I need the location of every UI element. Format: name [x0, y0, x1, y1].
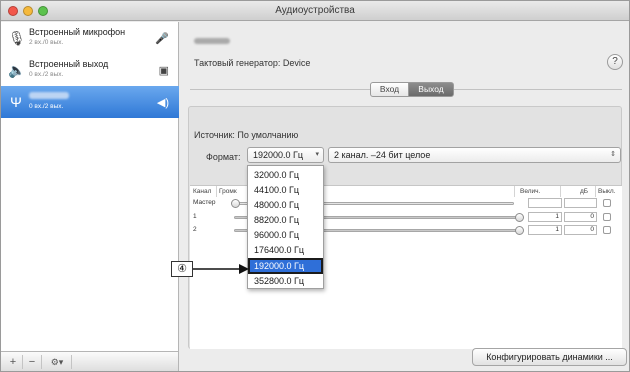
toolbar-divider [71, 355, 72, 369]
device-name: Встроенный выход [29, 59, 109, 69]
device-list: 🎙 Встроенный микрофон 2 вх./0 вых. 🎤 🔈 В… [1, 22, 179, 351]
format-label: Формат: [206, 152, 241, 162]
toolbar-divider [41, 355, 42, 369]
toolbar-divider [22, 355, 23, 369]
device-io: 0 вх./2 вых. [29, 71, 64, 78]
menu-item-192000[interactable]: 192000.0 Гц [248, 258, 323, 274]
audio-devices-window: Аудиоустройства 🎙 Встроенный микрофон 2 … [0, 0, 630, 372]
menu-item-96000[interactable]: 96000.0 Гц [249, 228, 322, 242]
device-item-builtin-output[interactable]: 🔈 Встроенный выход 0 вх./2 вых. ▣ [1, 54, 179, 86]
clock-source-label: Тактовый генератор: Device [194, 58, 311, 68]
tab-input[interactable]: Вход [370, 82, 409, 97]
popup-arrows-icon: ⇕ [610, 151, 616, 158]
col-header-channel: Канал [193, 188, 212, 195]
channel-1-db-field[interactable]: 0 [564, 212, 597, 222]
gear-menu-button[interactable]: ⚙▾ [45, 355, 69, 369]
configure-speakers-button[interactable]: Конфигурировать динамики ... [472, 348, 627, 366]
speaker-icon: 🔈 [8, 62, 26, 78]
help-button[interactable]: ? [607, 54, 623, 70]
callout-arrow-icon [193, 264, 249, 274]
device-item-builtin-microphone[interactable]: 🎙 Встроенный микрофон 2 вх./0 вых. 🎤 [1, 22, 179, 54]
display-badge-icon: ▣ [158, 65, 169, 77]
popup-arrows-icon: ▾ [315, 151, 319, 158]
channel-1-mute-checkbox[interactable] [603, 213, 611, 221]
channel-2-mute-checkbox[interactable] [603, 226, 611, 234]
col-header-db: дБ [580, 188, 589, 195]
master-mute-checkbox[interactable] [603, 199, 611, 207]
sample-rate-popup[interactable]: 192000.0 Гц ▾ [247, 147, 324, 163]
source-label: Источник: По умолчанию [194, 130, 299, 140]
channel-1-volume-thumb[interactable] [515, 213, 524, 222]
channel-2-volume-thumb[interactable] [515, 226, 524, 235]
col-divider [514, 186, 515, 197]
menu-item-352800[interactable]: 352800.0 Гц [249, 274, 322, 288]
sample-rate-menu: 32000.0 Гц 44100.0 Гц 48000.0 Гц 88200.0… [247, 165, 324, 289]
channel-1-value-field[interactable]: 1 [528, 212, 562, 222]
device-name: Встроенный микрофон [29, 27, 126, 37]
device-name-redacted [29, 91, 69, 101]
master-value-field[interactable] [528, 198, 562, 208]
channel-2-db-field[interactable]: 0 [564, 225, 597, 235]
menu-item-88200[interactable]: 88200.0 Гц [249, 213, 322, 227]
col-header-volume: Громк [219, 188, 237, 195]
row-1-name: 1 [193, 213, 197, 220]
col-divider [595, 186, 596, 197]
master-db-field[interactable] [564, 198, 597, 208]
menu-item-32000[interactable]: 32000.0 Гц [249, 168, 322, 182]
col-header-mute: Выкл. [598, 188, 616, 195]
window-title: Аудиоустройства [275, 5, 355, 16]
device-io: 0 вх./2 вых. [29, 103, 64, 110]
col-header-value: Велич. [520, 188, 541, 195]
row-master-name: Мастер [193, 199, 216, 206]
mic-badge-icon: 🎤 [155, 33, 169, 45]
step-callout-label: ④ [171, 261, 193, 277]
usb-icon: Ψ [10, 94, 22, 110]
title-bar: Аудиоустройства [1, 1, 629, 21]
row-2-name: 2 [193, 226, 197, 233]
remove-device-button[interactable]: − [25, 355, 39, 369]
add-device-button[interactable]: + [6, 355, 20, 369]
channel-format-value: 2 канал. –24 бит целое [334, 150, 431, 160]
sidebar-toolbar: + − ⚙▾ [1, 351, 179, 371]
microphone-icon: 🎙 [8, 30, 26, 46]
menu-item-176400[interactable]: 176400.0 Гц [249, 243, 322, 257]
col-divider [216, 186, 217, 197]
col-divider [560, 186, 561, 197]
menu-item-48000[interactable]: 48000.0 Гц [249, 198, 322, 212]
device-title-redacted [194, 38, 230, 44]
sample-rate-value: 192000.0 Гц [253, 150, 304, 160]
device-io: 2 вх./0 вых. [29, 39, 64, 46]
speaker-badge-icon: ◀) [156, 97, 169, 109]
tab-output[interactable]: Выход [408, 82, 454, 97]
channel-2-value-field[interactable]: 1 [528, 225, 562, 235]
menu-item-44100[interactable]: 44100.0 Гц [249, 183, 322, 197]
device-item-usb-output[interactable]: Ψ 0 вх./2 вых. ◀) [1, 86, 179, 118]
master-volume-thumb[interactable] [231, 199, 240, 208]
channel-format-popup[interactable]: 2 канал. –24 бит целое ⇕ [328, 147, 621, 163]
